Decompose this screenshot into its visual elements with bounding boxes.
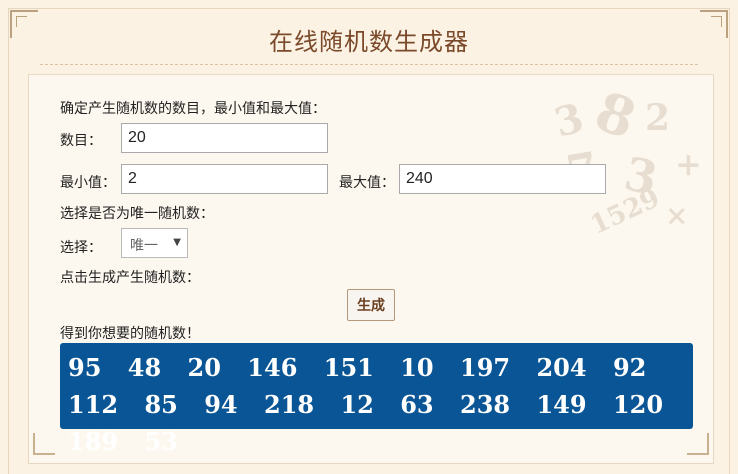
count-label: 数目： xyxy=(60,133,102,149)
unique-instruction: 选择是否为唯一随机数： xyxy=(60,206,214,222)
unique-select[interactable]: 唯一 ▼ xyxy=(121,228,188,258)
chevron-down-icon: ▼ xyxy=(173,237,181,248)
page-title: 在线随机数生成器 xyxy=(269,28,469,56)
max-input[interactable] xyxy=(399,164,606,194)
result-number: 48 xyxy=(127,353,162,382)
random-results-box: 95 48 20 146 151 10 197 204 92 112 85 94… xyxy=(60,343,693,456)
count-range-instruction: 确定产生随机数的数目，最小值和最大值： xyxy=(60,101,326,117)
corner-ornament xyxy=(687,433,709,455)
result-number: 85 xyxy=(144,390,178,419)
generate-button[interactable]: 生成 xyxy=(347,289,395,321)
result-number: 112 xyxy=(68,390,119,419)
result-number: 63 xyxy=(400,390,434,419)
result-number: 20 xyxy=(187,353,221,382)
divider xyxy=(40,64,698,65)
result-number: 197 xyxy=(460,353,511,382)
result-number: 146 xyxy=(247,353,298,382)
result-number: 10 xyxy=(400,353,434,382)
result-number: 95 xyxy=(68,353,102,382)
result-number: 120 xyxy=(612,390,664,419)
unique-select-value: 唯一 xyxy=(130,238,158,254)
result-number: 189 xyxy=(68,427,119,456)
result-number: 94 xyxy=(204,390,238,419)
max-label: 最大值： xyxy=(339,175,395,191)
min-input[interactable] xyxy=(121,164,328,194)
corner-ornament xyxy=(33,433,55,455)
select-label: 选择： xyxy=(60,240,102,256)
result-instruction: 得到你想要的随机数！ xyxy=(60,326,200,342)
result-number: 218 xyxy=(264,390,315,419)
result-number: 238 xyxy=(460,390,511,419)
result-number: 149 xyxy=(536,390,587,419)
min-label: 最小值： xyxy=(60,175,116,191)
result-number: 53 xyxy=(144,427,178,456)
result-number: 204 xyxy=(536,353,587,382)
page: 在线随机数生成器 3 8 2 7 3 + 1529 × 确定产生随机数的数目，最… xyxy=(0,0,738,474)
result-number: 92 xyxy=(612,353,647,382)
generate-instruction: 点击生成产生随机数： xyxy=(60,270,200,286)
result-number: 151 xyxy=(323,353,374,382)
result-number: 12 xyxy=(340,390,374,419)
count-input[interactable] xyxy=(121,123,328,153)
